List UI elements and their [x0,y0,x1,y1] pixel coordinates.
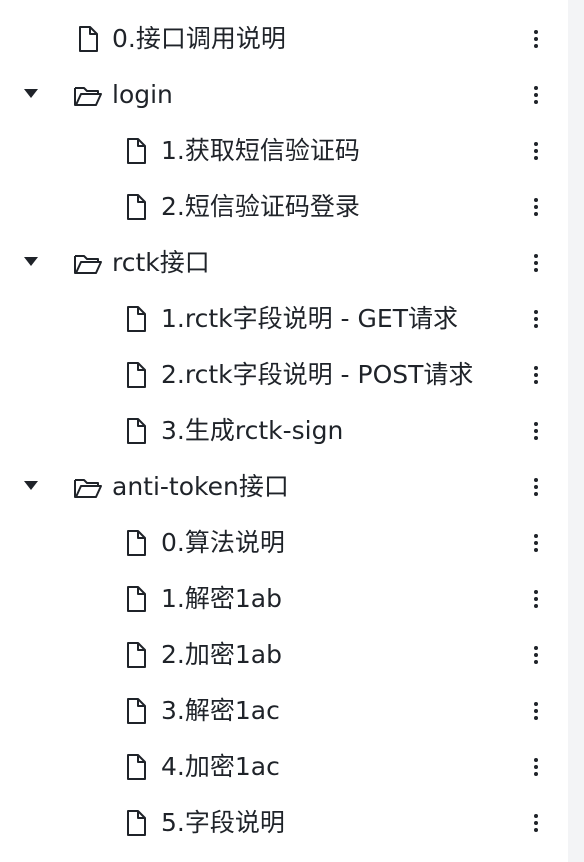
tree-item-label: 4.加密1ac [161,752,280,781]
more-vertical-icon[interactable] [522,585,550,613]
tree-item-label: 0.算法说明 [161,528,285,557]
more-vertical-icon[interactable] [522,25,550,53]
file-icon [120,135,152,167]
scroll-track [568,0,584,862]
tree-item-label: 2.加密1ab [161,640,282,669]
file-icon [120,359,152,391]
tree-item-label: 1.rctk字段说明 - GET请求 [161,304,458,333]
folder-open-icon [72,247,104,279]
caret-down-icon[interactable] [24,257,38,266]
file-icon [120,415,152,447]
tree-item-label: 3.解密1ac [161,696,280,725]
tree-item-file[interactable]: 1.解密1ab [0,571,568,627]
more-vertical-icon[interactable] [522,697,550,725]
file-icon [72,23,104,55]
tree-item-file[interactable]: 3.生成rctk-sign [0,403,568,459]
document-tree: 0.接口调用说明 login 1.获取短信验证码 2.短信验证码登录 rctk接… [0,0,568,862]
tree-item-file[interactable]: 2.rctk字段说明 - POST请求 [0,347,568,403]
more-vertical-icon[interactable] [522,473,550,501]
more-vertical-icon[interactable] [522,753,550,781]
more-vertical-icon[interactable] [522,529,550,557]
more-vertical-icon[interactable] [522,641,550,669]
tree-item-folder[interactable]: login [0,67,568,123]
tree-item-file[interactable]: 0.算法说明 [0,515,568,571]
more-vertical-icon[interactable] [522,193,550,221]
tree-item-file[interactable]: 2.加密1ab [0,627,568,683]
tree-item-label: anti-token接口 [112,472,289,501]
tree-item-label: 2.短信验证码登录 [161,192,360,221]
tree-item-label: rctk接口 [112,248,210,277]
tree-item-label: 1.解密1ab [161,584,282,613]
more-vertical-icon[interactable] [522,361,550,389]
more-vertical-icon[interactable] [522,249,550,277]
file-icon [120,751,152,783]
file-icon [120,639,152,671]
more-vertical-icon[interactable] [522,417,550,445]
tree-item-file[interactable]: 1.获取短信验证码 [0,123,568,179]
tree-item-label: 0.接口调用说明 [112,24,286,53]
file-icon [120,583,152,615]
tree-item-file[interactable]: 2.短信验证码登录 [0,179,568,235]
tree-item-label: 3.生成rctk-sign [161,416,344,445]
tree-item-folder[interactable]: anti-token接口 [0,459,568,515]
tree-item-label: 2.rctk字段说明 - POST请求 [161,360,474,389]
file-icon [120,303,152,335]
tree-item-folder[interactable]: rctk接口 [0,235,568,291]
tree-item-file[interactable]: 5.字段说明 [0,795,568,851]
more-vertical-icon[interactable] [522,137,550,165]
file-icon [120,527,152,559]
folder-open-icon [72,471,104,503]
file-icon [120,695,152,727]
tree-item-file[interactable]: 4.加密1ac [0,739,568,795]
file-icon [120,191,152,223]
caret-down-icon[interactable] [24,481,38,490]
tree-item-label: login [112,80,173,109]
more-vertical-icon[interactable] [522,809,550,837]
tree-item-file[interactable]: 0.接口调用说明 [0,11,568,67]
caret-down-icon[interactable] [24,89,38,98]
tree-item-label: 1.获取短信验证码 [161,136,360,165]
folder-open-icon [72,79,104,111]
more-vertical-icon[interactable] [522,305,550,333]
file-icon [120,807,152,839]
tree-item-file[interactable]: 3.解密1ac [0,683,568,739]
more-vertical-icon[interactable] [522,81,550,109]
tree-item-file[interactable]: 1.rctk字段说明 - GET请求 [0,291,568,347]
tree-item-label: 5.字段说明 [161,808,285,837]
